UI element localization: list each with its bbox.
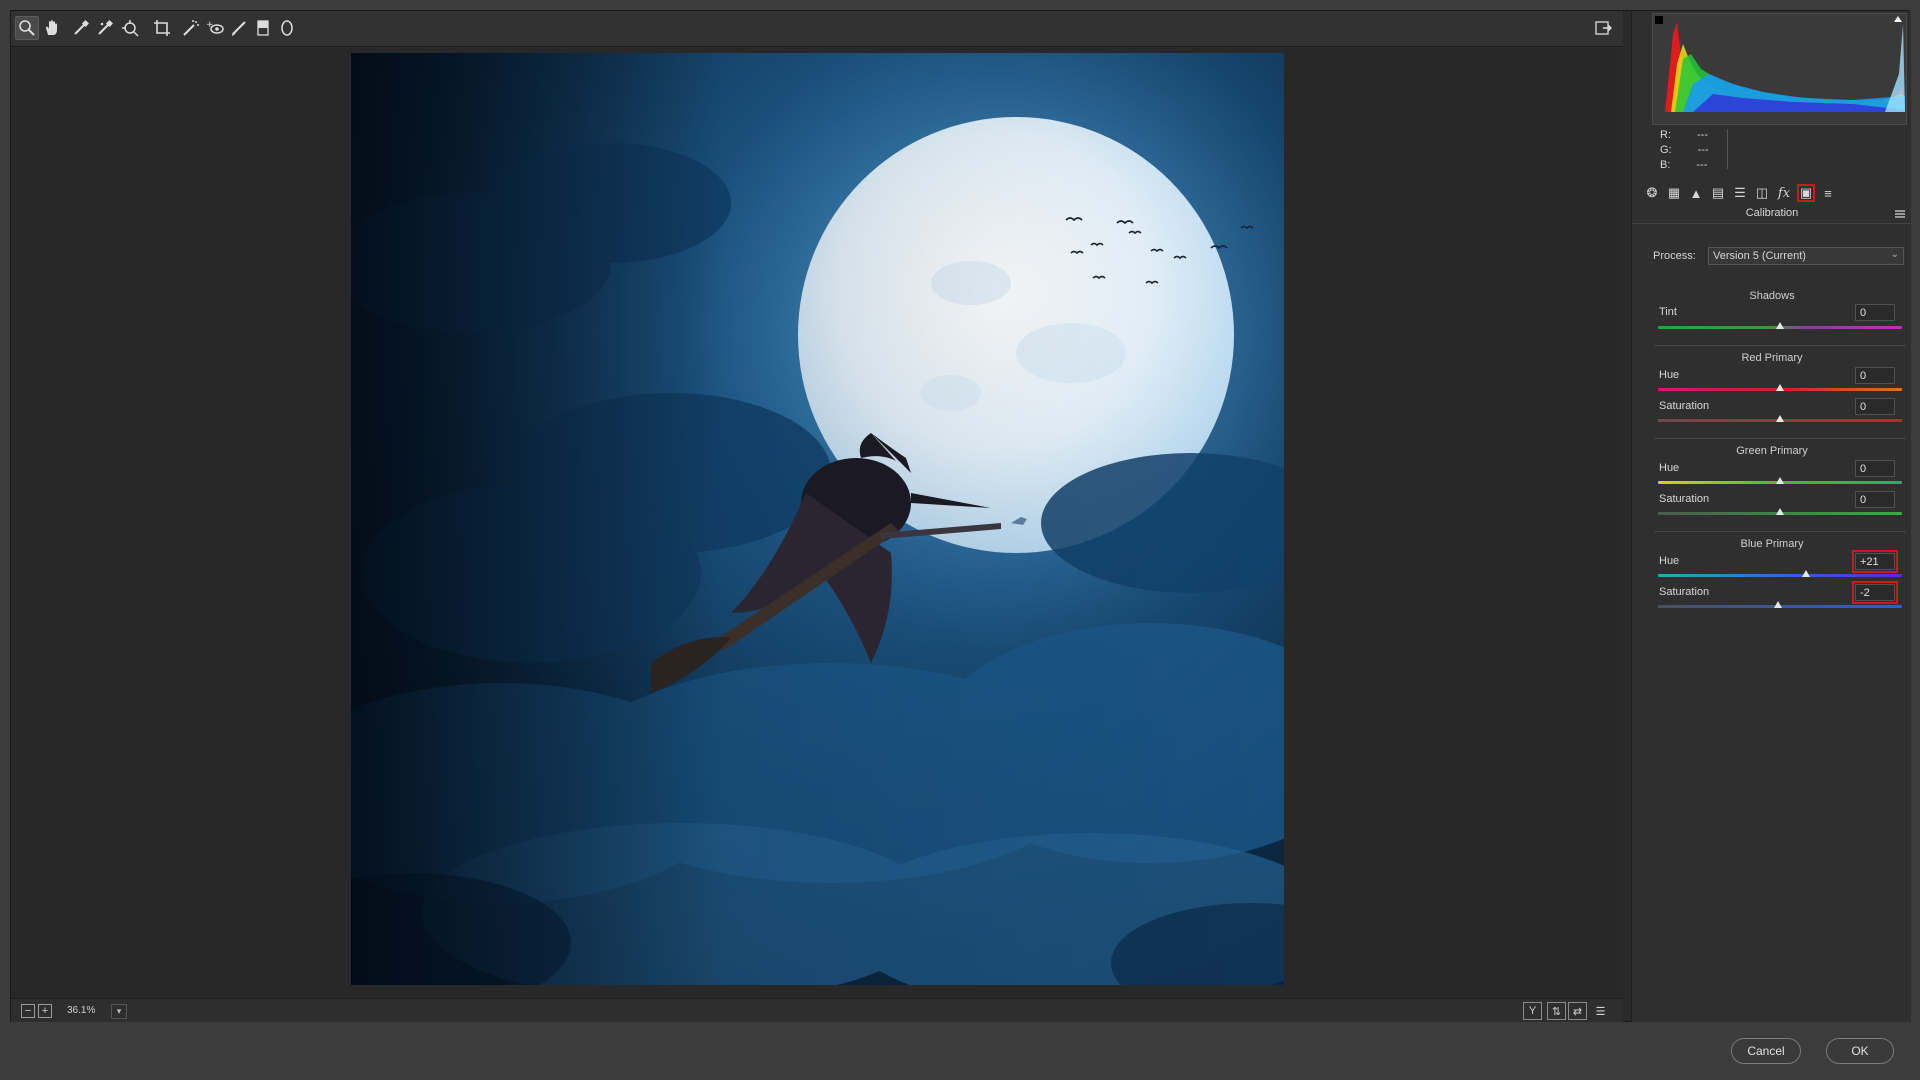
white-balance-tool-icon[interactable]: [69, 16, 93, 40]
svg-text:+: +: [206, 20, 214, 30]
red-saturation-label: Saturation: [1659, 400, 1710, 412]
histogram: [1652, 13, 1907, 125]
blue-hue-field[interactable]: +21: [1852, 550, 1898, 573]
shadows-title: Shadows: [1749, 290, 1795, 302]
red-hue-slider-thumb[interactable]: [1776, 384, 1784, 391]
panel-tabs: ❂ ▦ ▲ ▤ ☰ ◫ fx ▣ ≡: [1632, 181, 1912, 205]
green-saturation-field[interactable]: 0: [1855, 491, 1895, 508]
process-value: Version 5 (Current): [1713, 250, 1806, 262]
red-saturation-field[interactable]: 0: [1855, 398, 1895, 415]
blue-saturation-field[interactable]: -2: [1852, 581, 1898, 604]
targeted-adjustment-tool-icon[interactable]: [118, 16, 142, 40]
tool-bar: +: [11, 11, 1623, 47]
green-saturation-slider-thumb[interactable]: [1776, 508, 1784, 515]
g-label: G:: [1660, 144, 1672, 156]
open-preferences-icon[interactable]: [1591, 16, 1615, 40]
tab-basic-icon[interactable]: ❂: [1643, 184, 1661, 202]
process-label: Process:: [1653, 250, 1696, 262]
b-label: B:: [1660, 159, 1671, 171]
status-bar: − + 36.1% ▾ Y ⇅ ⇄ ☰: [11, 998, 1623, 1023]
readout-divider: [1727, 129, 1728, 169]
preview-image: [351, 53, 1284, 985]
tab-lens-corrections-icon[interactable]: ◫: [1753, 184, 1771, 202]
tab-detail-icon[interactable]: ▲: [1687, 184, 1705, 202]
shadows-tint-slider-thumb[interactable]: [1776, 322, 1784, 329]
camera-raw-window: + − + 36.1% ▾ Y ⇅ ⇄ ☰ R: --- G: --- B: -…: [10, 10, 1912, 1023]
green-hue-slider-thumb[interactable]: [1776, 477, 1784, 484]
rgb-readout: R: --- G: --- B: ---: [1652, 125, 1907, 175]
red-hue-field[interactable]: 0: [1855, 367, 1895, 384]
shadows-tint-label: Tint: [1659, 306, 1677, 318]
copy-settings-icon[interactable]: ⇄: [1568, 1002, 1587, 1020]
g-value: ---: [1697, 144, 1709, 156]
blue-primary-title: Blue Primary: [1740, 538, 1804, 550]
dialog-footer: Cancel OK: [0, 1022, 1920, 1080]
adjustment-panel: R: --- G: --- B: --- ❂ ▦ ▲ ▤ ☰ ◫ fx ▣ ≡ …: [1631, 11, 1912, 1023]
zoom-dropdown-chevron-icon[interactable]: ▾: [111, 1004, 127, 1019]
swap-settings-icon[interactable]: ⇅: [1547, 1002, 1566, 1020]
tab-hsl-icon[interactable]: ▤: [1709, 184, 1727, 202]
divider: [1654, 438, 1906, 439]
spot-removal-tool-icon[interactable]: [179, 16, 203, 40]
blue-hue-slider-thumb[interactable]: [1801, 570, 1810, 577]
blue-saturation-label: Saturation: [1659, 586, 1710, 598]
adjustment-brush-tool-icon[interactable]: [227, 16, 251, 40]
red-primary-title: Red Primary: [1741, 352, 1803, 364]
blue-hue-label: Hue: [1659, 555, 1680, 567]
graduated-filter-tool-icon[interactable]: [251, 16, 275, 40]
crop-tool-icon[interactable]: [150, 16, 174, 40]
zoom-level: 36.1%: [67, 1005, 96, 1016]
blue-saturation-slider-thumb[interactable]: [1773, 601, 1782, 608]
divider: [1654, 345, 1906, 346]
red-saturation-slider-thumb[interactable]: [1776, 415, 1784, 422]
zoom-tool-icon[interactable]: [15, 16, 39, 40]
zoom-in-button[interactable]: +: [38, 1004, 52, 1018]
green-saturation-label: Saturation: [1659, 493, 1710, 505]
r-value: ---: [1697, 129, 1708, 141]
process-version-select[interactable]: Version 5 (Current) ⌄: [1708, 247, 1904, 265]
color-sampler-tool-icon[interactable]: [93, 16, 117, 40]
green-hue-label: Hue: [1659, 462, 1680, 474]
image-canvas[interactable]: [11, 48, 1623, 998]
chevron-down-icon: ⌄: [1890, 249, 1899, 260]
divider: [1654, 531, 1906, 532]
panel-menu-icon[interactable]: [1895, 210, 1905, 218]
radial-filter-tool-icon[interactable]: [275, 16, 299, 40]
red-eye-removal-tool-icon[interactable]: +: [203, 16, 227, 40]
cancel-button[interactable]: Cancel: [1731, 1038, 1801, 1064]
r-label: R:: [1660, 129, 1671, 141]
tab-tone-curve-icon[interactable]: ▦: [1665, 184, 1683, 202]
ok-button[interactable]: OK: [1826, 1038, 1894, 1064]
green-primary-title: Green Primary: [1736, 445, 1808, 457]
panel-title: Calibration: [1632, 207, 1912, 224]
before-after-view-icon[interactable]: Y: [1523, 1002, 1542, 1020]
tab-calibration-icon[interactable]: ▣: [1797, 184, 1815, 202]
b-value: ---: [1696, 159, 1708, 171]
tab-presets-icon[interactable]: ≡: [1819, 184, 1837, 202]
shadows-tint-field[interactable]: 0: [1855, 304, 1895, 321]
zoom-out-button[interactable]: −: [21, 1004, 35, 1018]
red-hue-label: Hue: [1659, 369, 1680, 381]
blue-hue-track[interactable]: [1658, 574, 1902, 577]
green-hue-field[interactable]: 0: [1855, 460, 1895, 477]
preview-preferences-icon[interactable]: ☰: [1591, 1002, 1610, 1020]
hand-tool-icon[interactable]: [40, 16, 64, 40]
tab-effects-icon[interactable]: fx: [1775, 184, 1793, 202]
tab-split-toning-icon[interactable]: ☰: [1731, 184, 1749, 202]
